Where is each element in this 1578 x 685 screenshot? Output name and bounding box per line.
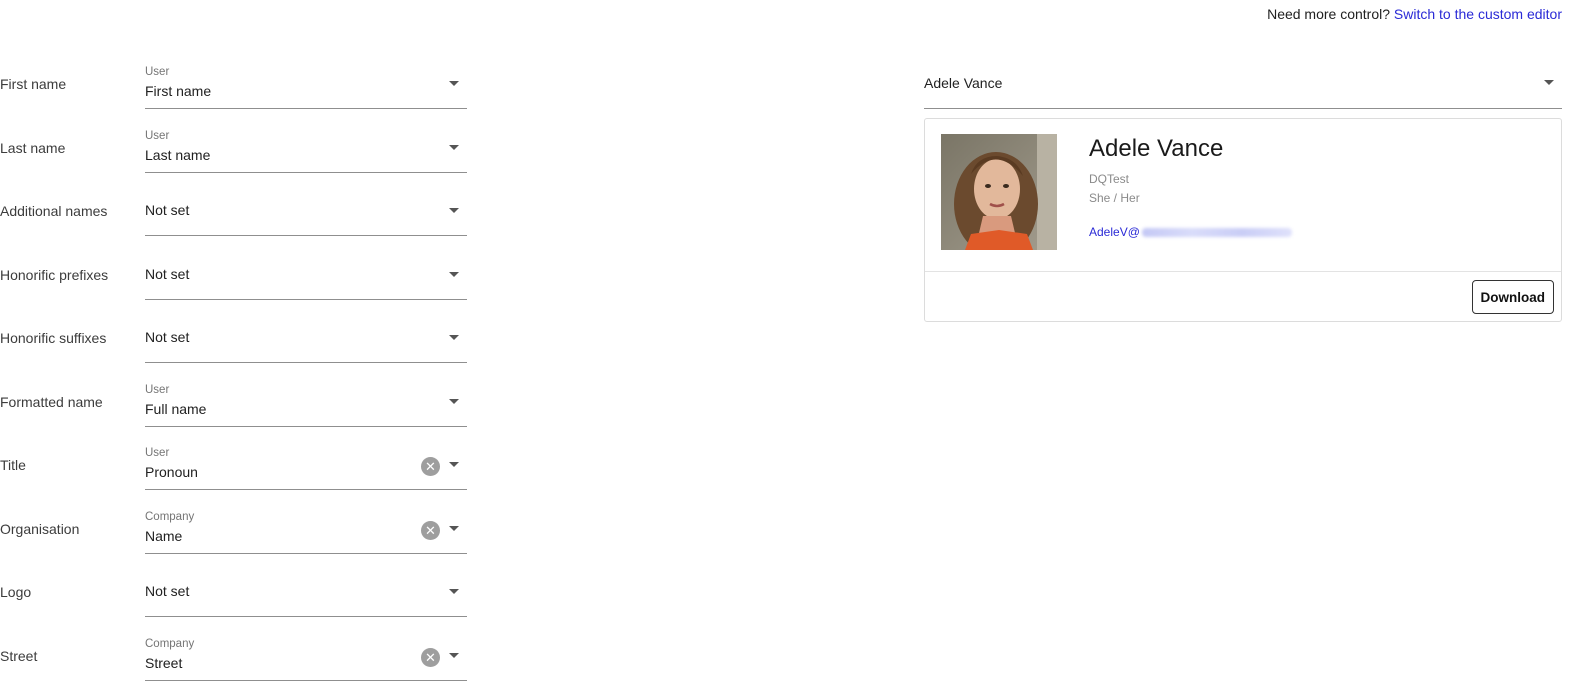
- mapping-select-logo[interactable]: Not set: [145, 563, 467, 617]
- field-label: Honorific prefixes: [0, 267, 108, 283]
- switch-custom-editor-link[interactable]: Switch to the custom editor: [1394, 6, 1562, 22]
- field-row-honorific-prefixes: Honorific prefixes Not set: [0, 241, 470, 305]
- card-email-prefix: AdeleV@: [1089, 225, 1140, 239]
- mapping-select-additional-names[interactable]: Not set: [145, 182, 467, 236]
- field-source-caption: User: [145, 130, 169, 142]
- mapping-select-title[interactable]: User Pronoun ✕: [145, 436, 467, 490]
- download-button[interactable]: Download: [1472, 280, 1555, 314]
- chevron-down-icon: [449, 272, 459, 277]
- field-row-honorific-suffixes: Honorific suffixes Not set: [0, 304, 470, 368]
- card-email-link[interactable]: AdeleV@: [1089, 225, 1292, 239]
- chevron-down-icon: [449, 208, 459, 213]
- card-divider: [925, 271, 1561, 272]
- chevron-down-icon: [449, 399, 459, 404]
- field-value: Last name: [145, 147, 210, 163]
- mapping-select-honorific-suffixes[interactable]: Not set: [145, 309, 467, 363]
- clear-icon[interactable]: ✕: [421, 521, 440, 540]
- field-row-first-name: First name User First name: [0, 50, 470, 114]
- chevron-down-icon: [449, 462, 459, 467]
- field-value: Not set: [145, 583, 189, 599]
- card-company: DQTest: [1089, 172, 1129, 186]
- chevron-down-icon: [449, 589, 459, 594]
- field-label: Logo: [0, 584, 31, 600]
- clear-icon[interactable]: ✕: [421, 648, 440, 667]
- field-label: Formatted name: [0, 394, 103, 410]
- mapping-form: First nameUserFirst nameLast nameUserLas…: [0, 50, 470, 685]
- card-name: Adele Vance: [1089, 135, 1223, 163]
- clear-icon[interactable]: ✕: [421, 457, 440, 476]
- card-pronoun: She / Her: [1089, 191, 1140, 205]
- field-value: Street: [145, 655, 182, 671]
- field-label: First name: [0, 76, 66, 92]
- field-value: First name: [145, 83, 211, 99]
- field-source-caption: User: [145, 384, 169, 396]
- chevron-down-icon: [449, 653, 459, 658]
- field-row-formatted-name: Formatted name User Full name: [0, 368, 470, 432]
- field-label: Organisation: [0, 521, 79, 537]
- field-value: Not set: [145, 202, 189, 218]
- field-row-organisation: Organisation Company Name ✕: [0, 495, 470, 559]
- chevron-down-icon: [1544, 80, 1554, 85]
- mapping-select-organisation[interactable]: Company Name ✕: [145, 500, 467, 554]
- field-label: Last name: [0, 140, 65, 156]
- profile-photo: [941, 134, 1057, 250]
- mapping-select-first-name[interactable]: User First name: [145, 55, 467, 109]
- mapping-select-formatted-name[interactable]: User Full name: [145, 373, 467, 427]
- field-label: Honorific suffixes: [0, 330, 106, 346]
- field-source-caption: Company: [145, 638, 194, 650]
- field-value: Name: [145, 528, 182, 544]
- custom-editor-prompt-text: Need more control?: [1267, 6, 1390, 22]
- field-label: Title: [0, 457, 26, 473]
- email-domain-redacted: [1142, 228, 1292, 237]
- field-row-last-name: Last name User Last name: [0, 114, 470, 178]
- mapping-select-honorific-prefixes[interactable]: Not set: [145, 246, 467, 300]
- custom-editor-prompt: Need more control? Switch to the custom …: [1267, 6, 1562, 22]
- field-row-title: Title User Pronoun ✕: [0, 431, 470, 495]
- chevron-down-icon: [449, 81, 459, 86]
- field-row-street: Street Company Street ✕: [0, 622, 470, 685]
- field-source-caption: User: [145, 66, 169, 78]
- field-source-caption: Company: [145, 511, 194, 523]
- field-row-additional-names: Additional names Not set: [0, 177, 470, 241]
- user-select-value: Adele Vance: [924, 75, 1002, 91]
- user-select[interactable]: Adele Vance: [924, 62, 1562, 109]
- chevron-down-icon: [449, 526, 459, 531]
- field-value: Pronoun: [145, 464, 198, 480]
- field-value: Full name: [145, 401, 206, 417]
- field-row-logo: Logo Not set: [0, 558, 470, 622]
- field-value: Not set: [145, 266, 189, 282]
- field-label: Additional names: [0, 203, 107, 219]
- chevron-down-icon: [449, 145, 459, 150]
- field-label: Street: [0, 648, 37, 664]
- contact-card-preview: Adele Vance DQTest She / Her AdeleV@ Dow…: [924, 118, 1562, 322]
- mapping-select-street[interactable]: Company Street ✕: [145, 627, 467, 681]
- chevron-down-icon: [449, 335, 459, 340]
- field-source-caption: User: [145, 447, 169, 459]
- field-value: Not set: [145, 329, 189, 345]
- mapping-select-last-name[interactable]: User Last name: [145, 119, 467, 173]
